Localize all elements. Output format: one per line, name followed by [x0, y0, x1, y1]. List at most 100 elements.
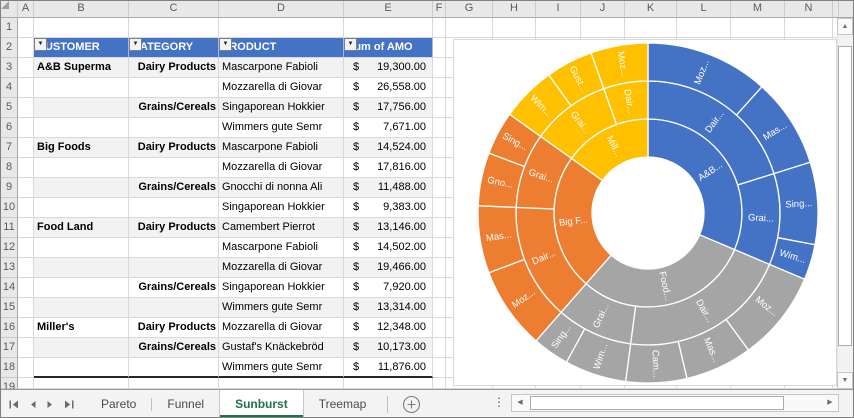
- horizontal-scrollbar[interactable]: ◀ ▶: [511, 394, 839, 412]
- cell-F18[interactable]: [433, 358, 446, 378]
- cell-F9[interactable]: [433, 178, 446, 198]
- cell-B1[interactable]: [34, 18, 129, 38]
- cell-E14[interactable]: $7,920.00: [344, 278, 433, 298]
- filter-dropdown-category[interactable]: ▾: [129, 38, 142, 51]
- sheet-tab-funnel[interactable]: Funnel: [152, 390, 219, 417]
- cell-M1[interactable]: [731, 18, 785, 38]
- row-header-9[interactable]: 9: [1, 178, 18, 198]
- cell-C3[interactable]: Dairy Products: [129, 58, 219, 78]
- cell-D1[interactable]: [219, 18, 344, 38]
- cell-D8[interactable]: Mozzarella di Giovar: [219, 158, 344, 178]
- scroll-down-icon[interactable]: ▼: [837, 372, 853, 389]
- cell-D3[interactable]: Mascarpone Fabioli: [219, 58, 344, 78]
- cell-B18[interactable]: [34, 358, 129, 378]
- row-header-18[interactable]: 18: [1, 358, 18, 378]
- row-header-12[interactable]: 12: [1, 238, 18, 258]
- cell-F6[interactable]: [433, 118, 446, 138]
- cell-E11[interactable]: $13,146.00: [344, 218, 433, 238]
- cell-E4[interactable]: $26,558.00: [344, 78, 433, 98]
- column-header-M[interactable]: M: [731, 1, 785, 18]
- cell-E5[interactable]: $17,756.00: [344, 98, 433, 118]
- row-header-7[interactable]: 7: [1, 138, 18, 158]
- cell-E16[interactable]: $12,348.00: [344, 318, 433, 338]
- cell-A7[interactable]: [18, 138, 34, 158]
- cell-E2[interactable]: Sum of AMO ▾: [344, 38, 433, 58]
- cell-B11[interactable]: Food Land: [34, 218, 129, 238]
- cell-A5[interactable]: [18, 98, 34, 118]
- cell-B9[interactable]: [34, 178, 129, 198]
- cell-F4[interactable]: [433, 78, 446, 98]
- cell-B3[interactable]: A&B Superma: [34, 58, 129, 78]
- cell-C16[interactable]: Dairy Products: [129, 318, 219, 338]
- cell-E15[interactable]: $13,314.00: [344, 298, 433, 318]
- row-header-14[interactable]: 14: [1, 278, 18, 298]
- select-all-button[interactable]: [1, 1, 18, 18]
- cell-E18[interactable]: $11,876.00: [344, 358, 433, 378]
- column-header-B[interactable]: B: [34, 1, 129, 18]
- cell-D4[interactable]: Mozzarella di Giovar: [219, 78, 344, 98]
- cell-I1[interactable]: [536, 18, 581, 38]
- column-header-H[interactable]: H: [493, 1, 536, 18]
- cell-A6[interactable]: [18, 118, 34, 138]
- column-header-N[interactable]: N: [785, 1, 833, 18]
- scroll-up-icon[interactable]: ▲: [837, 18, 853, 35]
- cell-D14[interactable]: Singaporean Hokkier: [219, 278, 344, 298]
- cell-C9[interactable]: Grains/Cereals: [129, 178, 219, 198]
- cell-F1[interactable]: [433, 18, 446, 38]
- sheet-tab-sunburst[interactable]: Sunburst: [219, 390, 304, 417]
- horizontal-scrollbar-thumb[interactable]: [530, 396, 784, 410]
- row-header-13[interactable]: 13: [1, 258, 18, 278]
- filter-dropdown-customer[interactable]: ▾: [34, 38, 47, 51]
- cell-B13[interactable]: [34, 258, 129, 278]
- cell-B2[interactable]: CUSTOMER ▾: [34, 38, 129, 58]
- cell-C14[interactable]: Grains/Cereals: [129, 278, 219, 298]
- cell-C13[interactable]: [129, 258, 219, 278]
- cell-A14[interactable]: [18, 278, 34, 298]
- column-header-E[interactable]: E: [344, 1, 433, 18]
- cell-C1[interactable]: [129, 18, 219, 38]
- cell-E6[interactable]: $7,671.00: [344, 118, 433, 138]
- cell-C5[interactable]: Grains/Cereals: [129, 98, 219, 118]
- cell-F10[interactable]: [433, 198, 446, 218]
- cell-D7[interactable]: Mascarpone Fabioli: [219, 138, 344, 158]
- cell-A9[interactable]: [18, 178, 34, 198]
- row-header-3[interactable]: 3: [1, 58, 18, 78]
- cell-E8[interactable]: $17,816.00: [344, 158, 433, 178]
- row-header-1[interactable]: 1: [1, 18, 18, 38]
- row-header-8[interactable]: 8: [1, 158, 18, 178]
- cell-B17[interactable]: [34, 338, 129, 358]
- scroll-left-icon[interactable]: ◀: [512, 395, 528, 411]
- cell-F17[interactable]: [433, 338, 446, 358]
- cell-F16[interactable]: [433, 318, 446, 338]
- nav-next-sheet-icon[interactable]: [46, 400, 54, 409]
- cell-D15[interactable]: Wimmers gute Semr: [219, 298, 344, 318]
- cell-E9[interactable]: $11,488.00: [344, 178, 433, 198]
- row-header-10[interactable]: 10: [1, 198, 18, 218]
- row-header-6[interactable]: 6: [1, 118, 18, 138]
- cell-F5[interactable]: [433, 98, 446, 118]
- cell-C8[interactable]: [129, 158, 219, 178]
- cell-D18[interactable]: Wimmers gute Semr: [219, 358, 344, 378]
- row-header-19[interactable]: 19: [1, 378, 18, 393]
- cell-F15[interactable]: [433, 298, 446, 318]
- cell-D10[interactable]: Singaporean Hokkier: [219, 198, 344, 218]
- cell-C18[interactable]: [129, 358, 219, 378]
- cell-C10[interactable]: [129, 198, 219, 218]
- cell-E13[interactable]: $19,466.00: [344, 258, 433, 278]
- cell-F2[interactable]: [433, 38, 446, 58]
- cell-N1[interactable]: [785, 18, 833, 38]
- cell-B5[interactable]: [34, 98, 129, 118]
- column-header-F[interactable]: F: [433, 1, 446, 18]
- cell-A8[interactable]: [18, 158, 34, 178]
- cell-L1[interactable]: [677, 18, 731, 38]
- cell-B8[interactable]: [34, 158, 129, 178]
- cell-A10[interactable]: [18, 198, 34, 218]
- cell-A4[interactable]: [18, 78, 34, 98]
- cell-D9[interactable]: Gnocchi di nonna Ali: [219, 178, 344, 198]
- column-header-K[interactable]: K: [625, 1, 677, 18]
- nav-first-sheet-icon[interactable]: [9, 400, 20, 409]
- cell-A13[interactable]: [18, 258, 34, 278]
- cell-F7[interactable]: [433, 138, 446, 158]
- cell-E17[interactable]: $10,173.00: [344, 338, 433, 358]
- cell-A15[interactable]: [18, 298, 34, 318]
